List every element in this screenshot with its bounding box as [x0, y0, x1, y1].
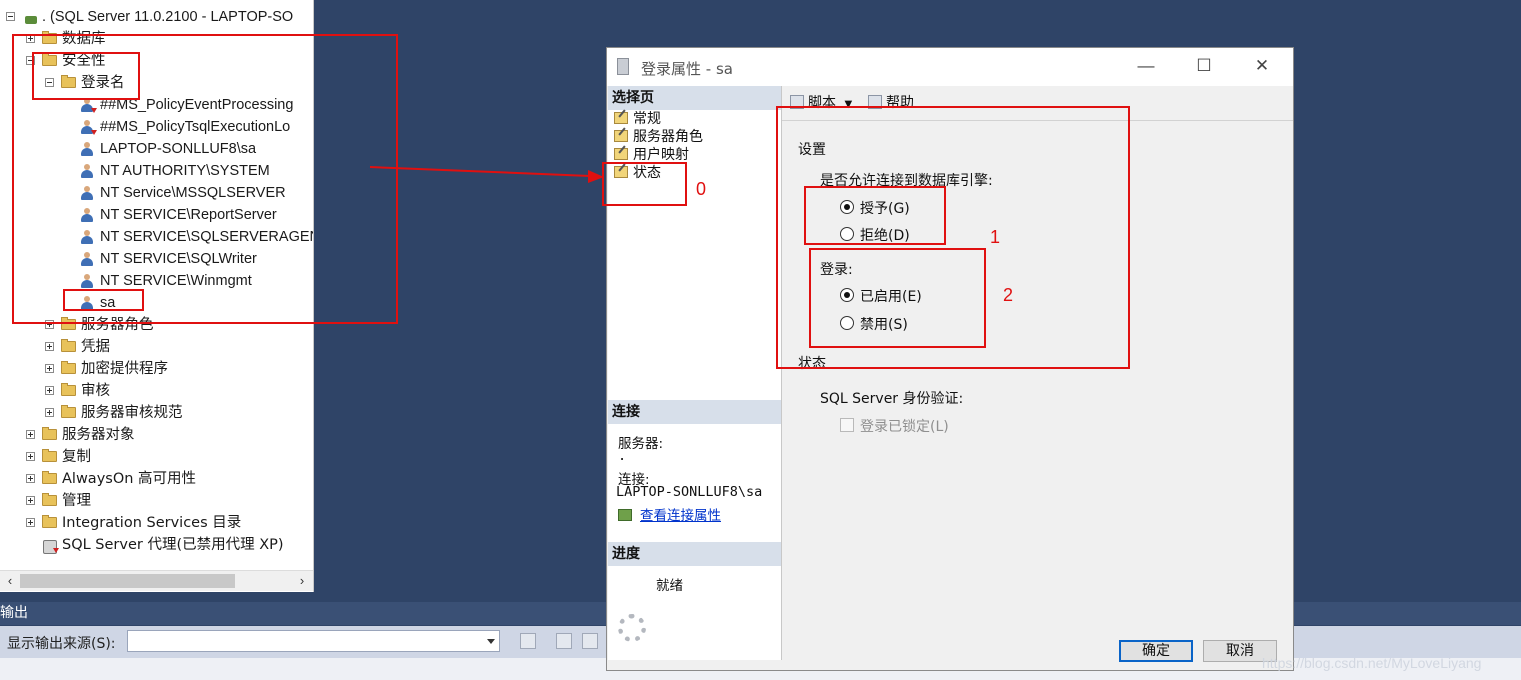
- annotation-arrow: [369, 166, 604, 183]
- watermark-text: https://blog.csdn.net/MyLoveLiyang: [1262, 655, 1482, 671]
